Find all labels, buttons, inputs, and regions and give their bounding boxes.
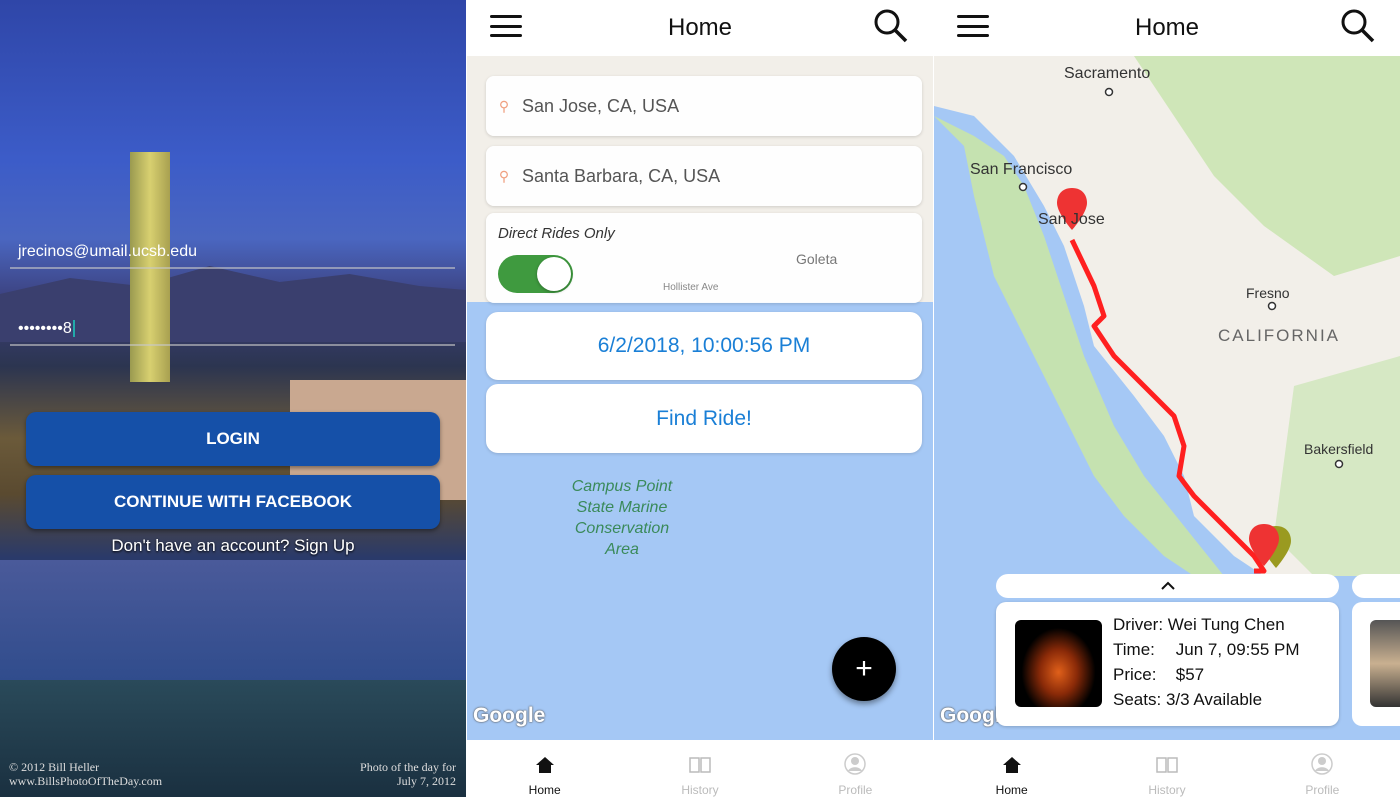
search-icon: ⚲ — [498, 167, 510, 184]
origin-value: San Jose, CA, USA — [522, 95, 680, 116]
seats-label: Seats: — [1113, 690, 1162, 709]
email-field[interactable]: jrecinos@umail.ucsb.edu — [10, 243, 455, 269]
tab-bar: Home History Profile — [467, 740, 933, 797]
ride-details: Driver: Wei Tung Chen Time: Jun 7, 09:55… — [1113, 612, 1300, 712]
login-screen: jrecinos@umail.ucsb.edu ••••••••8 LOGIN … — [0, 0, 466, 797]
photo-credit: © 2012 Bill Heller www.BillsPhotoOfTheDay… — [9, 760, 163, 788]
profile-icon — [1311, 753, 1334, 775]
tab-home[interactable]: Home — [467, 740, 622, 797]
menu-icon[interactable] — [490, 15, 522, 37]
origin-input[interactable]: ⚲ San Jose, CA, USA — [486, 76, 922, 136]
expand-results-button[interactable] — [996, 574, 1339, 598]
map-label-california: CALIFORNIA — [1218, 326, 1341, 345]
driver-avatar — [1015, 620, 1102, 707]
page-title: Home — [667, 14, 733, 41]
map-label-fresno: Fresno — [1246, 285, 1290, 301]
google-logo: Google — [473, 704, 546, 727]
destination-input[interactable]: ⚲ Santa Barbara, CA, USA — [486, 146, 922, 206]
map-label-campus-point: Campus Point State Marine Conservation A… — [571, 478, 673, 558]
password-value: ••••••••8 — [18, 320, 72, 337]
search-icon: ⚲ — [498, 97, 510, 114]
login-button[interactable]: LOGIN — [26, 412, 440, 466]
direct-rides-toggle[interactable] — [498, 255, 573, 293]
driver-name: Wei Tung Chen — [1167, 615, 1285, 634]
facebook-button[interactable]: CONTINUE WITH FACEBOOK — [26, 475, 440, 529]
tab-profile[interactable]: Profile — [778, 740, 933, 797]
results-screen: Sacramento San Francisco San Jose Fresno… — [934, 0, 1400, 797]
email-value: jrecinos@umail.ucsb.edu — [18, 243, 197, 260]
next-ride-card[interactable] — [1352, 602, 1400, 726]
time-label: Time: — [1113, 640, 1155, 659]
ride-time: Jun 7, 09:55 PM — [1175, 640, 1300, 659]
tab-history[interactable]: History — [622, 740, 777, 797]
tab-bar: Home History Profile — [934, 740, 1400, 797]
signup-link[interactable]: Don't have an account? Sign Up — [0, 536, 466, 556]
menu-icon[interactable] — [957, 15, 989, 37]
book-icon — [1156, 757, 1178, 773]
home-icon — [1002, 757, 1021, 773]
direct-rides-label: Direct Rides Only — [498, 225, 615, 242]
driver-label: Driver: — [1113, 615, 1164, 634]
datetime-picker[interactable]: 6/2/2018, 10:00:56 PM — [486, 312, 922, 380]
header: Home — [467, 0, 933, 56]
map-label-bakersfield: Bakersfield — [1304, 441, 1374, 457]
map-label-san-francisco: San Francisco — [970, 161, 1073, 178]
search-icon[interactable] — [873, 8, 909, 44]
search-screen: Campus Point State Marine Conservation A… — [467, 0, 933, 797]
ride-card[interactable]: Driver: Wei Tung Chen Time: Jun 7, 09:55… — [996, 602, 1339, 726]
ride-price: $57 — [1175, 665, 1205, 684]
background-water — [0, 560, 466, 700]
destination-value: Santa Barbara, CA, USA — [522, 165, 721, 186]
next-expand-button[interactable] — [1352, 574, 1400, 598]
page-title: Home — [1134, 14, 1200, 41]
add-ride-button[interactable]: + — [832, 637, 896, 701]
tab-history[interactable]: History — [1089, 740, 1244, 797]
price-label: Price: — [1113, 665, 1157, 684]
photo-date: Photo of the day for July 7, 2012 — [360, 760, 456, 788]
map-label-hollister: Hollister Ave — [663, 282, 719, 293]
home-icon — [535, 757, 554, 773]
chevron-up-icon — [1160, 581, 1175, 590]
header: Home — [934, 0, 1400, 56]
search-icon[interactable] — [1340, 8, 1376, 44]
ride-seats: 3/3 Available — [1165, 690, 1263, 709]
map-label-goleta: Goleta — [796, 251, 838, 267]
password-field[interactable]: ••••••••8 — [10, 320, 455, 346]
tab-home[interactable]: Home — [934, 740, 1089, 797]
map-label-san-jose: San Jose — [1038, 211, 1105, 228]
map-label-sacramento: Sacramento — [1064, 65, 1151, 82]
book-icon — [689, 757, 711, 773]
tab-profile[interactable]: Profile — [1245, 740, 1400, 797]
profile-icon — [844, 753, 867, 775]
find-ride-button[interactable]: Find Ride! — [486, 384, 922, 453]
